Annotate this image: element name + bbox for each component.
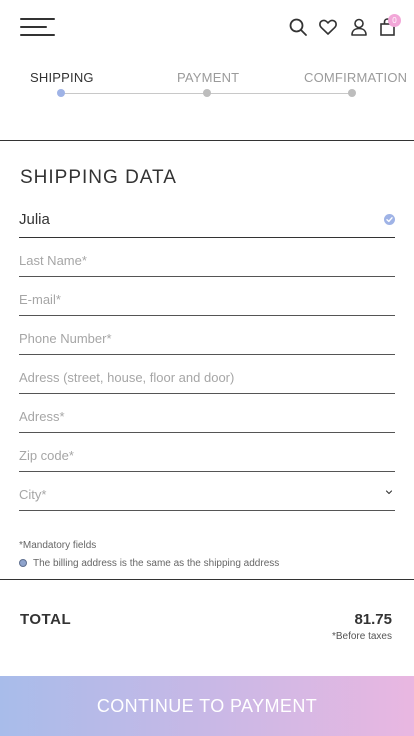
search-icon[interactable] [288,17,308,37]
street-address-placeholder: Adress (street, house, floor and door) [19,370,235,385]
heart-icon[interactable] [318,17,338,37]
street-address-field[interactable]: Adress (street, house, floor and door) [19,356,395,394]
total-value: 81.75 [354,611,392,628]
section-title: SHIPPING DATA [20,167,177,188]
step-dot-confirmation [348,89,356,97]
continue-button-label: CONTINUE TO PAYMENT [96,695,318,716]
step-confirmation[interactable]: COMFIRMATION [304,70,407,85]
divider [0,140,414,141]
top-bar: 0 [0,0,414,56]
continue-to-payment-button[interactable]: CONTINUE TO PAYMENT [0,676,414,736]
last-name-placeholder: Last Name* [19,253,87,268]
total-note: *Before taxes [331,631,392,642]
step-payment[interactable]: PAYMENT [177,70,239,85]
city-select[interactable]: City* [19,473,395,511]
step-dot-shipping [57,89,65,97]
zip-code-placeholder: Zip code* [19,448,74,463]
check-icon [384,214,395,225]
phone-field[interactable]: Phone Number* [19,317,395,355]
chevron-down-icon [385,488,393,496]
last-name-field[interactable]: Last Name* [19,239,395,277]
divider [0,579,414,580]
address-placeholder: Adress* [19,409,65,424]
menu-icon[interactable] [20,17,56,39]
user-icon[interactable] [349,17,369,37]
total-label: TOTAL [20,611,72,628]
city-placeholder: City* [19,487,47,502]
first-name-value: Julia [19,211,50,228]
step-dot-payment [203,89,211,97]
email-field[interactable]: E-mail* [19,278,395,316]
first-name-field[interactable]: Julia [19,200,395,238]
billing-option-label: The billing address is the same as the s… [33,558,280,569]
email-placeholder: E-mail* [19,292,61,307]
step-shipping[interactable]: SHIPPING [30,70,94,85]
zip-code-field[interactable]: Zip code* [19,434,395,472]
bag-icon[interactable]: 0 [378,14,401,37]
billing-radio[interactable] [19,559,27,567]
cart-count-badge: 0 [388,14,401,27]
mandatory-note: *Mandatory fields [19,540,97,551]
address-field[interactable]: Adress* [19,395,395,433]
checkout-steps: SHIPPING PAYMENT COMFIRMATION [0,68,414,108]
phone-placeholder: Phone Number* [19,331,112,346]
